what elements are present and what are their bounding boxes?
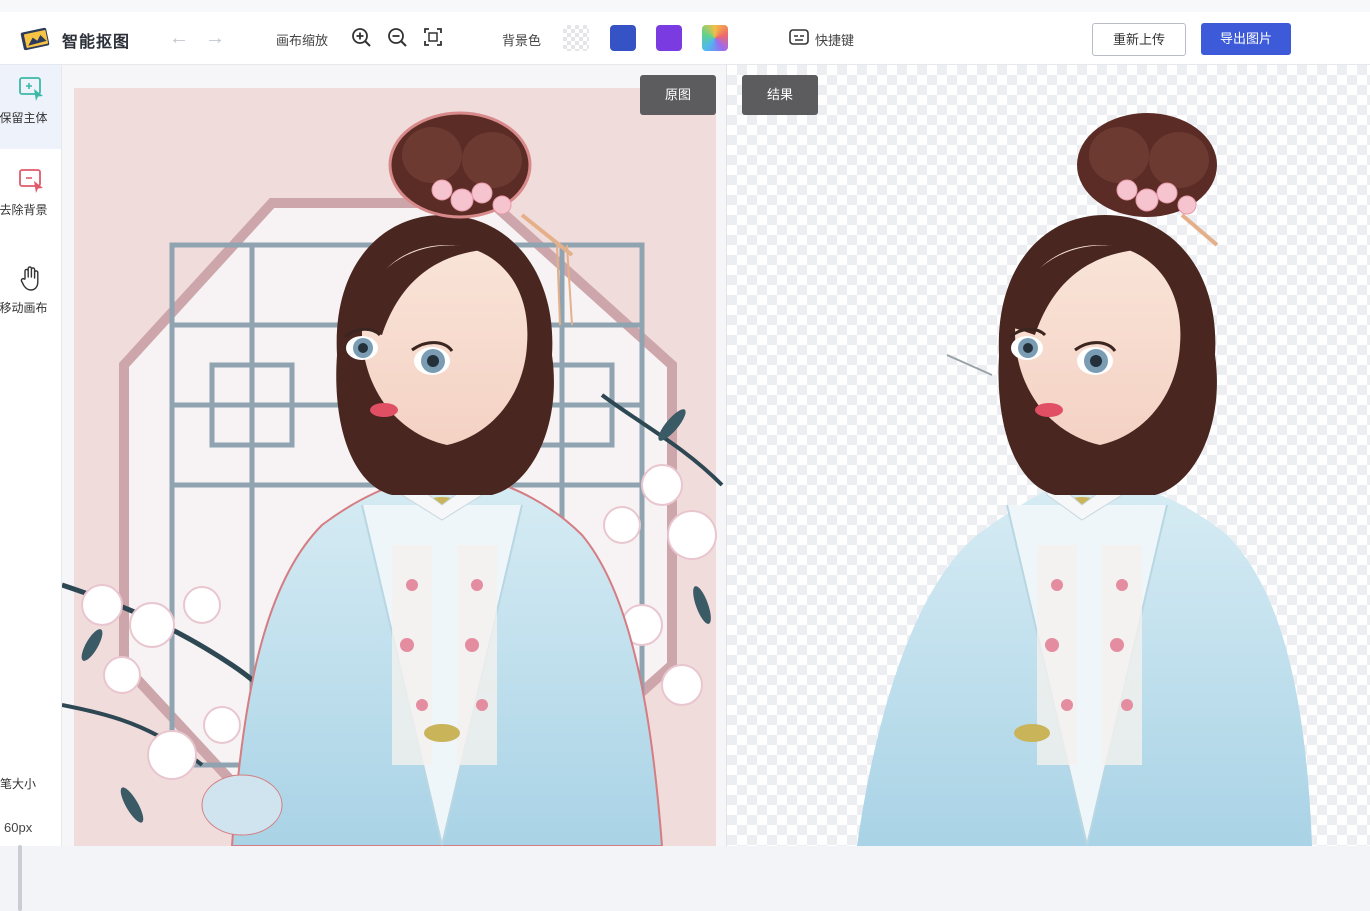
- swatch-purple[interactable]: [656, 25, 682, 51]
- result-canvas[interactable]: 结果: [727, 65, 1370, 846]
- shortcut-label[interactable]: 快捷键: [815, 30, 854, 49]
- sidebar-item-label: 保留主体: [0, 111, 48, 125]
- swatch-blue[interactable]: [610, 25, 636, 51]
- toolbar: 智能抠图 ← → 画布缩放 背景色 快捷键 重新上传 导出图片: [0, 12, 1370, 65]
- top-strip: [0, 0, 1370, 12]
- original-canvas[interactable]: 原图: [62, 65, 726, 846]
- zoom-out-icon[interactable]: [386, 26, 408, 48]
- sidebar-item-keep-subject[interactable]: 保留主体: [0, 65, 61, 149]
- reupload-button[interactable]: 重新上传: [1092, 23, 1186, 56]
- canvas-zoom-label: 画布缩放: [276, 33, 329, 48]
- swatch-multicolor[interactable]: [702, 25, 728, 51]
- brush-size-slider[interactable]: [18, 845, 22, 911]
- redo-arrow-icon[interactable]: →: [203, 26, 227, 50]
- original-image: [62, 88, 724, 846]
- sidebar-item-label: 移动画布: [0, 301, 48, 315]
- sidebar-item-remove-background[interactable]: 去除背景: [0, 165, 61, 235]
- original-tag: 原图: [640, 75, 716, 115]
- result-tag: 结果: [742, 75, 818, 115]
- background-color-label: 背景色: [502, 33, 542, 48]
- sidebar-item-move-canvas[interactable]: 移动画布: [0, 263, 61, 333]
- export-button[interactable]: 导出图片: [1201, 23, 1291, 55]
- sidebar-item-label: 去除背景: [0, 203, 48, 217]
- app-title: 智能抠图: [62, 34, 131, 51]
- select-subject-icon: [18, 77, 43, 101]
- swatch-transparent[interactable]: [563, 25, 589, 51]
- zoom-in-icon[interactable]: [350, 26, 372, 48]
- app-logo-icon: [20, 27, 50, 51]
- keyboard-icon[interactable]: [788, 26, 810, 48]
- tool-sidebar: 保留主体 去除背景 移动画布 画笔大小 60px: [0, 65, 62, 911]
- brush-size-label: 画笔大小: [0, 777, 37, 791]
- brush-size-value: 60px: [4, 820, 33, 835]
- remove-background-icon: [18, 169, 43, 193]
- hand-icon: [20, 266, 38, 291]
- fit-screen-icon[interactable]: [422, 26, 444, 48]
- result-image: [857, 113, 1312, 846]
- undo-arrow-icon[interactable]: ←: [167, 26, 191, 50]
